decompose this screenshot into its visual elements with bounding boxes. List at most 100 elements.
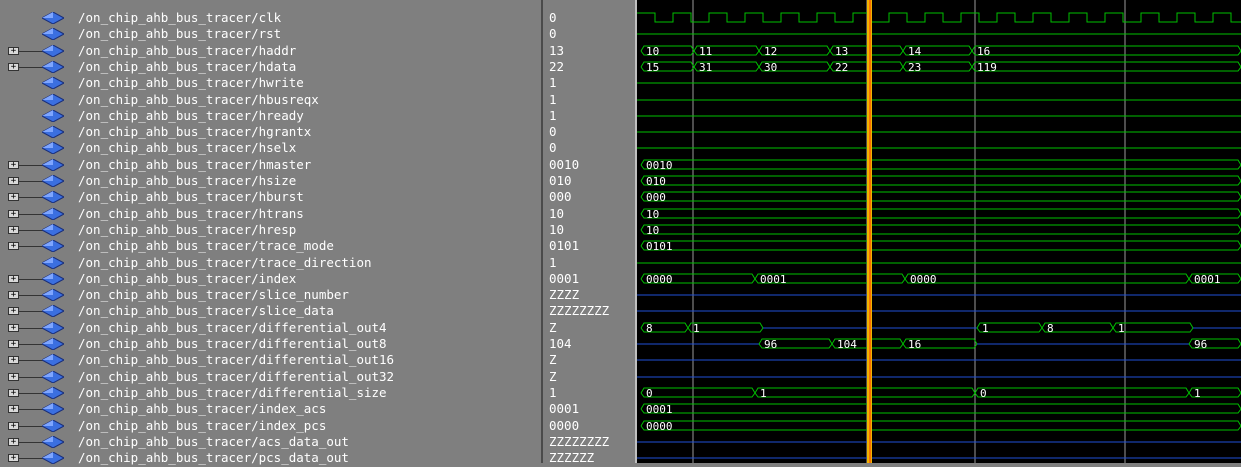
signal-row[interactable]: + /on_chip_ahb_bus_tracer/haddr xyxy=(0,43,539,59)
signal-row[interactable]: + /on_chip_ahb_bus_tracer/hdata xyxy=(0,59,539,75)
signal-row[interactable]: + /on_chip_ahb_bus_tracer/differential_ou… xyxy=(0,320,539,336)
signal-row[interactable]: +/on_chip_ahb_bus_tracer/pcs_data_out xyxy=(0,450,539,466)
signal-diamond-icon xyxy=(42,77,64,89)
signal-value: 22 xyxy=(549,59,565,74)
signal-row[interactable]: + /on_chip_ahb_bus_tracer/hburst xyxy=(0,189,539,205)
signal-name: /on_chip_ahb_bus_tracer/trace_mode xyxy=(78,238,334,253)
signal-row[interactable]: + /on_chip_ahb_bus_tracer/differential_ou… xyxy=(0,336,539,352)
haddr-value-label: 13 xyxy=(835,45,848,58)
tree-connector xyxy=(19,214,43,215)
expand-icon[interactable]: + xyxy=(8,63,19,72)
signal-row[interactable]: /on_chip_ahb_bus_tracer/hgrantx xyxy=(0,124,539,140)
signal-diamond-icon xyxy=(42,240,64,252)
signal-diamond-icon xyxy=(42,289,64,301)
signal-diamond-icon xyxy=(42,191,64,203)
signal-row[interactable]: + /on_chip_ahb_bus_tracer/index_acs xyxy=(0,401,539,417)
expand-icon[interactable]: + xyxy=(8,307,19,316)
signal-name: /on_chip_ahb_bus_tracer/hwrite xyxy=(78,75,304,90)
signal-row[interactable]: /on_chip_ahb_bus_tracer/hwrite xyxy=(0,75,539,91)
waveform-canvas[interactable]: 10 11 12 13 14 1615 31 30 22 23 119001001000010100… xyxy=(637,0,1241,463)
expand-icon[interactable]: + xyxy=(8,405,19,414)
signal-row[interactable]: + /on_chip_ahb_bus_tracer/index xyxy=(0,271,539,287)
signal-row[interactable]: + /on_chip_ahb_bus_tracer/acs_data_out xyxy=(0,434,539,450)
signal-value: ZZZZ xyxy=(549,287,580,302)
signal-value: Z xyxy=(549,352,557,367)
tree-connector xyxy=(19,442,43,443)
tree-connector xyxy=(19,279,43,280)
signal-name: /on_chip_ahb_bus_tracer/hmaster xyxy=(78,157,312,172)
signal-value: 0 xyxy=(549,26,557,41)
signal-value: 1 xyxy=(549,385,557,400)
signal-row[interactable]: /on_chip_ahb_bus_tracer/hbusreqx xyxy=(0,92,539,108)
index_acs-value-label: 0001 xyxy=(646,403,673,416)
tree-connector xyxy=(19,181,43,182)
signal-value: 10 xyxy=(549,206,565,221)
signal-row[interactable]: + /on_chip_ahb_bus_tracer/differential_ou… xyxy=(0,369,539,385)
expand-icon[interactable]: + xyxy=(8,454,19,463)
signal-row[interactable]: /on_chip_ahb_bus_tracer/trace_direction xyxy=(0,255,539,271)
signal-row[interactable]: + /on_chip_ahb_bus_tracer/hsize xyxy=(0,173,539,189)
signal-row[interactable]: + /on_chip_ahb_bus_tracer/differential_si… xyxy=(0,385,539,401)
signal-diamond-icon xyxy=(42,126,64,138)
signal-row[interactable]: + /on_chip_ahb_bus_tracer/trace_mode xyxy=(0,238,539,254)
signal-value: Z xyxy=(549,320,557,335)
index-value-label: 0000 xyxy=(646,273,673,286)
signal-row[interactable]: + /on_chip_ahb_bus_tracer/slice_data xyxy=(0,303,539,319)
signal-name: /on_chip_ahb_bus_tracer/hsize xyxy=(78,173,297,188)
hdata-segment xyxy=(971,61,1241,72)
expand-icon[interactable]: + xyxy=(8,193,19,202)
signal-diamond-icon xyxy=(42,28,64,40)
expand-icon[interactable]: + xyxy=(8,373,19,382)
differential_out4b-value-label: 1 xyxy=(982,322,989,335)
expand-icon[interactable]: + xyxy=(8,47,19,56)
signal-diamond-icon xyxy=(42,208,64,220)
signal-value: ZZZZZZZZ xyxy=(549,434,610,449)
signal-value: Z xyxy=(549,369,557,384)
signal-name: /on_chip_ahb_bus_tracer/index_pcs xyxy=(78,418,327,433)
index_acs-segment xyxy=(640,403,1241,414)
tree-connector xyxy=(19,246,43,247)
signal-row[interactable]: /on_chip_ahb_bus_tracer/hselx xyxy=(0,140,539,156)
tree-connector xyxy=(19,295,43,296)
signal-name: /on_chip_ahb_bus_tracer/index_acs xyxy=(78,401,327,416)
expand-icon[interactable]: + xyxy=(8,422,19,431)
index_pcs-value-label: 0000 xyxy=(646,420,673,433)
signal-name: /on_chip_ahb_bus_tracer/hready xyxy=(78,108,304,123)
signal-value-pane[interactable]: 0 0 13 22 1 1 1 0 0 0010 010 000 10 10 0101 1 0001 ZZZZ ZZ… xyxy=(541,0,637,465)
expand-icon[interactable]: + xyxy=(8,275,19,284)
expand-icon[interactable]: + xyxy=(8,161,19,170)
expand-icon[interactable]: + xyxy=(8,356,19,365)
tree-connector xyxy=(19,328,43,329)
differential_out4b-value-label: 1 xyxy=(1118,322,1125,335)
expand-icon[interactable]: + xyxy=(8,438,19,447)
signal-row[interactable]: + /on_chip_ahb_bus_tracer/differential_ou… xyxy=(0,352,539,368)
signal-row[interactable]: /on_chip_ahb_bus_tracer/clk xyxy=(0,10,539,26)
differential_out4b-value-label: 8 xyxy=(1047,322,1054,335)
tree-connector xyxy=(19,426,43,427)
expand-icon[interactable]: + xyxy=(8,291,19,300)
signal-row[interactable]: + /on_chip_ahb_bus_tracer/hresp xyxy=(0,222,539,238)
signal-row[interactable]: + /on_chip_ahb_bus_tracer/htrans xyxy=(0,206,539,222)
signal-name-pane[interactable]: /on_chip_ahb_bus_tracer/clk/on_chip_ahb_… xyxy=(0,0,539,466)
signal-diamond-icon xyxy=(42,354,64,366)
signal-row[interactable]: /on_chip_ahb_bus_tracer/hready xyxy=(0,108,539,124)
signal-value: 1 xyxy=(549,108,557,123)
expand-icon[interactable]: + xyxy=(8,210,19,219)
expand-icon[interactable]: + xyxy=(8,340,19,349)
signal-name: /on_chip_ahb_bus_tracer/rst xyxy=(78,26,282,41)
hresp-segment xyxy=(640,224,1241,235)
expand-icon[interactable]: + xyxy=(8,226,19,235)
signal-name: /on_chip_ahb_bus_tracer/hbusreqx xyxy=(78,92,319,107)
signal-row[interactable]: /on_chip_ahb_bus_tracer/rst xyxy=(0,26,539,42)
expand-icon[interactable]: + xyxy=(8,177,19,186)
expand-icon[interactable]: + xyxy=(8,389,19,398)
signal-row[interactable]: + /on_chip_ahb_bus_tracer/slice_number xyxy=(0,287,539,303)
signal-row[interactable]: + /on_chip_ahb_bus_tracer/hmaster xyxy=(0,157,539,173)
hsize-segment xyxy=(640,175,1241,186)
expand-icon[interactable]: + xyxy=(8,324,19,333)
expand-icon[interactable]: + xyxy=(8,242,19,251)
signal-row[interactable]: + /on_chip_ahb_bus_tracer/index_pcs xyxy=(0,418,539,434)
hdata-value-label: 15 xyxy=(646,61,659,74)
waveform-pane[interactable]: 10 11 12 13 14 16 15 31 30 22 23 119 0010 010 000 10 10 0… xyxy=(637,0,1241,463)
differential_out4-value-label: 1 xyxy=(693,322,700,335)
